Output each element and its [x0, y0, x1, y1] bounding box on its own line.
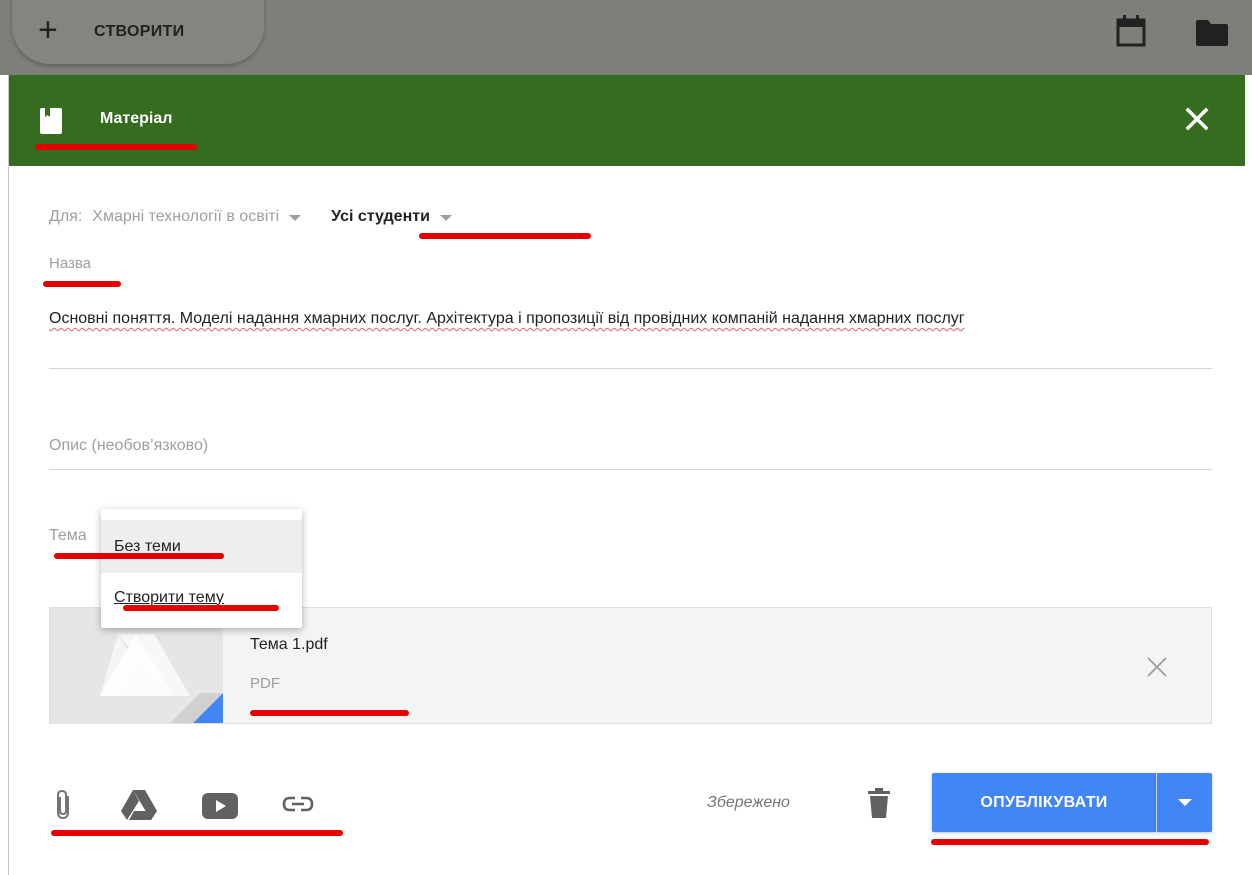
publish-options-button[interactable]: [1157, 773, 1212, 832]
for-label: Для:: [49, 208, 83, 225]
title-field-label: Назва: [49, 255, 92, 272]
plus-icon: +: [38, 11, 58, 49]
publish-button[interactable]: ОПУБЛІКУВАТИ: [932, 773, 1156, 832]
google-drive-icon[interactable]: [121, 789, 157, 821]
annotation-underline: [250, 710, 409, 716]
topic-menu-item-create-topic[interactable]: Створити тему: [101, 571, 302, 624]
attachment-file-type: PDF: [250, 675, 280, 692]
topic-menu-item-no-topic[interactable]: Без теми: [101, 520, 302, 573]
for-row: Для: Хмарні технології в освіті Усі студ…: [49, 208, 452, 226]
topic-field-label: Тема: [49, 527, 87, 544]
annotation-underline: [54, 553, 224, 559]
audience-name: Усі студенти: [331, 208, 430, 225]
remove-attachment-icon[interactable]: [1146, 656, 1168, 678]
description-field-underline: [49, 469, 1212, 470]
create-button-label: СТВОРИТИ: [94, 23, 185, 40]
close-icon[interactable]: [1185, 107, 1209, 131]
attach-file-icon[interactable]: [52, 788, 74, 822]
attachment-file-name: Тема 1.pdf: [250, 636, 328, 653]
course-name: Хмарні технології в освіті: [92, 208, 280, 225]
title-input[interactable]: Основні поняття. Моделі надання хмарних …: [49, 299, 1149, 338]
youtube-icon[interactable]: [202, 793, 238, 819]
folder-icon[interactable]: [1196, 20, 1228, 46]
top-bar: + СТВОРИТИ: [0, 0, 1252, 75]
material-dialog: Матеріал Для: Хмарні технології в освіті…: [8, 75, 1252, 875]
description-input[interactable]: Опис (необов’язково): [49, 437, 208, 455]
annotation-underline: [123, 605, 279, 611]
course-selector[interactable]: Хмарні технології в освіті: [92, 208, 302, 226]
create-button[interactable]: + СТВОРИТИ: [12, 0, 264, 64]
annotation-underline: [419, 233, 591, 239]
audience-selector[interactable]: Усі студенти: [331, 208, 452, 226]
save-status: Збережено: [707, 794, 790, 811]
annotation-underline: [35, 144, 197, 150]
title-field-underline: [49, 368, 1212, 369]
material-icon: [40, 108, 62, 134]
annotation-underline: [51, 830, 343, 836]
trash-icon[interactable]: [868, 788, 890, 818]
annotation-underline: [931, 839, 1209, 845]
dialog-header: Матеріал: [9, 75, 1245, 166]
caret-down-icon: [439, 215, 452, 221]
link-icon[interactable]: [282, 795, 314, 813]
annotation-underline: [43, 281, 121, 287]
calendar-icon[interactable]: [1116, 15, 1146, 47]
caret-down-icon: [1177, 799, 1192, 806]
caret-down-icon: [289, 215, 302, 221]
dialog-title: Матеріал: [100, 110, 173, 127]
